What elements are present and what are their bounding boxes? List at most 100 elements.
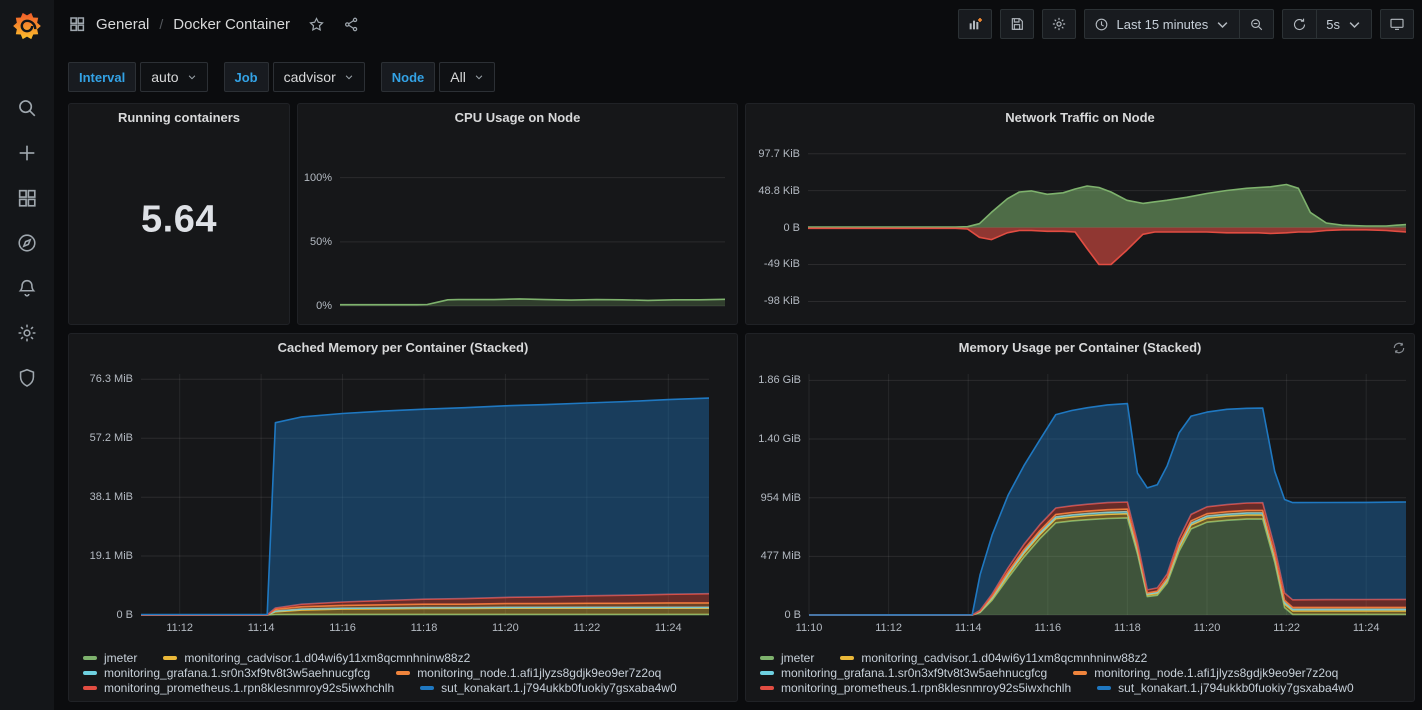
- refresh-interval-picker[interactable]: 5s: [1316, 10, 1371, 38]
- legend-item[interactable]: monitoring_grafana.1.sr0n3xf9tv8t3w5aehn…: [83, 666, 370, 680]
- legend-item[interactable]: monitoring_grafana.1.sr0n3xf9tv8t3w5aehn…: [760, 666, 1047, 680]
- dashboard-settings-button[interactable]: [1042, 9, 1076, 39]
- zoom-out-button[interactable]: [1239, 10, 1273, 38]
- variable-interval: Interval auto: [68, 62, 208, 92]
- legend-item[interactable]: monitoring_node.1.afi1jlyzs8gdjk9eo9er7z…: [1073, 666, 1338, 680]
- time-range-picker[interactable]: Last 15 minutes: [1085, 10, 1239, 38]
- panel-title-memory-usage[interactable]: Memory Usage per Container (Stacked): [746, 334, 1414, 362]
- variable-job-value[interactable]: cadvisor: [273, 62, 365, 92]
- legend-series-label: sut_konakart.1.j794ukkb0fuokiy7gsxaba4w0: [1118, 681, 1354, 695]
- variable-interval-label: Interval: [68, 62, 136, 92]
- create-plus-icon[interactable]: [16, 142, 38, 164]
- legend-item[interactable]: monitoring_prometheus.1.rpn8klesnmroy92s…: [83, 681, 394, 695]
- explore-compass-icon[interactable]: [16, 232, 38, 254]
- star-icon[interactable]: [308, 16, 325, 33]
- refresh-group: 5s: [1282, 9, 1372, 39]
- x-axis-tick: 11:16: [1018, 622, 1078, 634]
- chevron-down-icon: [1215, 17, 1230, 32]
- sidebar: [0, 0, 54, 710]
- y-axis-tick: 38.1 MiB: [69, 491, 133, 503]
- variable-job: Job cadvisor: [224, 62, 365, 92]
- y-axis-tick: 0 B: [69, 609, 133, 621]
- x-axis-tick: 11:24: [638, 622, 698, 634]
- configuration-gear-icon[interactable]: [16, 322, 38, 344]
- variable-job-label: Job: [224, 62, 269, 92]
- variable-job-selected: cadvisor: [284, 69, 336, 85]
- legend-series-label: jmeter: [104, 651, 137, 665]
- network-traffic-chart[interactable]: -98 KiB-49 KiB0 B48.8 KiB97.7 KiB: [746, 132, 1414, 324]
- legend-series-label: sut_konakart.1.j794ukkb0fuokiy7gsxaba4w0: [441, 681, 677, 695]
- legend-series-color: [396, 671, 410, 675]
- time-picker-group: Last 15 minutes: [1084, 9, 1274, 39]
- legend-series-color: [1097, 686, 1111, 690]
- variable-node-selected: All: [450, 69, 466, 85]
- variable-node-value[interactable]: All: [439, 62, 495, 92]
- cycle-view-mode-button[interactable]: [1380, 9, 1414, 39]
- legend-series-label: jmeter: [781, 651, 814, 665]
- search-icon[interactable]: [16, 97, 38, 119]
- chevron-down-icon: [474, 72, 484, 82]
- x-axis-tick: 11:12: [859, 622, 919, 634]
- legend-series-color: [760, 686, 774, 690]
- x-axis-tick: 11:20: [1177, 622, 1237, 634]
- y-axis-tick: 76.3 MiB: [69, 373, 133, 385]
- breadcrumb: General / Docker Container: [68, 15, 360, 33]
- variable-node-label: Node: [381, 62, 436, 92]
- legend-row: jmeter monitoring_cadvisor.1.d04wi6y11xm8…: [83, 651, 677, 665]
- legend-series-label: monitoring_node.1.afi1jlyzs8gdjk9eo9er7z…: [417, 666, 661, 680]
- breadcrumb-page-title[interactable]: Docker Container: [173, 16, 290, 33]
- breadcrumb-separator: /: [159, 16, 163, 32]
- refresh-button[interactable]: [1283, 10, 1316, 38]
- x-axis-tick: 11:22: [557, 622, 617, 634]
- cpu-usage-chart[interactable]: 0%50%100%: [298, 132, 737, 324]
- legend-row: monitoring_grafana.1.sr0n3xf9tv8t3w5aehn…: [83, 666, 677, 680]
- x-axis-tick: 11:18: [394, 622, 454, 634]
- legend-item[interactable]: sut_konakart.1.j794ukkb0fuokiy7gsxaba4w0: [420, 681, 677, 695]
- legend-row: monitoring_prometheus.1.rpn8klesnmroy92s…: [760, 681, 1354, 695]
- legend-series-label: monitoring_prometheus.1.rpn8klesnmroy92s…: [104, 681, 394, 695]
- grafana-logo[interactable]: [12, 11, 42, 41]
- save-dashboard-icon: [1009, 16, 1025, 32]
- y-axis-tick: 0 B: [746, 222, 800, 234]
- stat-value: 5.64: [69, 199, 289, 242]
- memory-usage-legend: jmeter monitoring_cadvisor.1.d04wi6y11xm8…: [760, 651, 1354, 695]
- y-axis-tick: 1.40 GiB: [746, 433, 801, 445]
- panel-title-cached-memory[interactable]: Cached Memory per Container (Stacked): [69, 334, 737, 362]
- chevron-down-icon: [187, 72, 197, 82]
- server-admin-shield-icon[interactable]: [16, 367, 38, 389]
- save-dashboard-button[interactable]: [1000, 9, 1034, 39]
- y-axis-tick: 97.7 KiB: [746, 148, 800, 160]
- legend-item[interactable]: monitoring_cadvisor.1.d04wi6y11xm8qcmnhn…: [163, 651, 470, 665]
- panel-refresh-spinner-icon[interactable]: [1392, 341, 1406, 355]
- legend-item[interactable]: monitoring_node.1.afi1jlyzs8gdjk9eo9er7z…: [396, 666, 661, 680]
- y-axis-tick: 954 MiB: [746, 492, 801, 504]
- x-axis-tick: 11:14: [231, 622, 291, 634]
- alerting-bell-icon[interactable]: [16, 277, 38, 299]
- variable-interval-value[interactable]: auto: [140, 62, 207, 92]
- breadcrumb-section[interactable]: General: [96, 16, 149, 33]
- panel-title-running-containers[interactable]: Running containers: [69, 104, 289, 132]
- x-axis-tick: 11:22: [1257, 622, 1317, 634]
- cached-memory-legend: jmeter monitoring_cadvisor.1.d04wi6y11xm8…: [83, 651, 677, 695]
- legend-series-color: [83, 671, 97, 675]
- share-icon[interactable]: [343, 16, 360, 33]
- x-axis-tick: 11:20: [475, 622, 535, 634]
- legend-series-color: [83, 686, 97, 690]
- legend-row: jmeter monitoring_cadvisor.1.d04wi6y11xm8…: [760, 651, 1354, 665]
- legend-row: monitoring_grafana.1.sr0n3xf9tv8t3w5aehn…: [760, 666, 1354, 680]
- sidebar-menu: [0, 97, 54, 389]
- refresh-icon: [1292, 17, 1307, 32]
- legend-item[interactable]: jmeter: [83, 651, 137, 665]
- panel-title-network-traffic[interactable]: Network Traffic on Node: [746, 104, 1414, 132]
- legend-item[interactable]: monitoring_prometheus.1.rpn8klesnmroy92s…: [760, 681, 1071, 695]
- legend-item[interactable]: sut_konakart.1.j794ukkb0fuokiy7gsxaba4w0: [1097, 681, 1354, 695]
- dashboards-icon[interactable]: [16, 187, 38, 209]
- time-range-label: Last 15 minutes: [1116, 17, 1208, 32]
- legend-series-label: monitoring_prometheus.1.rpn8klesnmroy92s…: [781, 681, 1071, 695]
- add-panel-button[interactable]: [958, 9, 992, 39]
- legend-item[interactable]: monitoring_cadvisor.1.d04wi6y11xm8qcmnhn…: [840, 651, 1147, 665]
- legend-item[interactable]: jmeter: [760, 651, 814, 665]
- clock-icon: [1094, 17, 1109, 32]
- y-axis-tick: 477 MiB: [746, 550, 801, 562]
- panel-title-cpu-usage[interactable]: CPU Usage on Node: [298, 104, 737, 132]
